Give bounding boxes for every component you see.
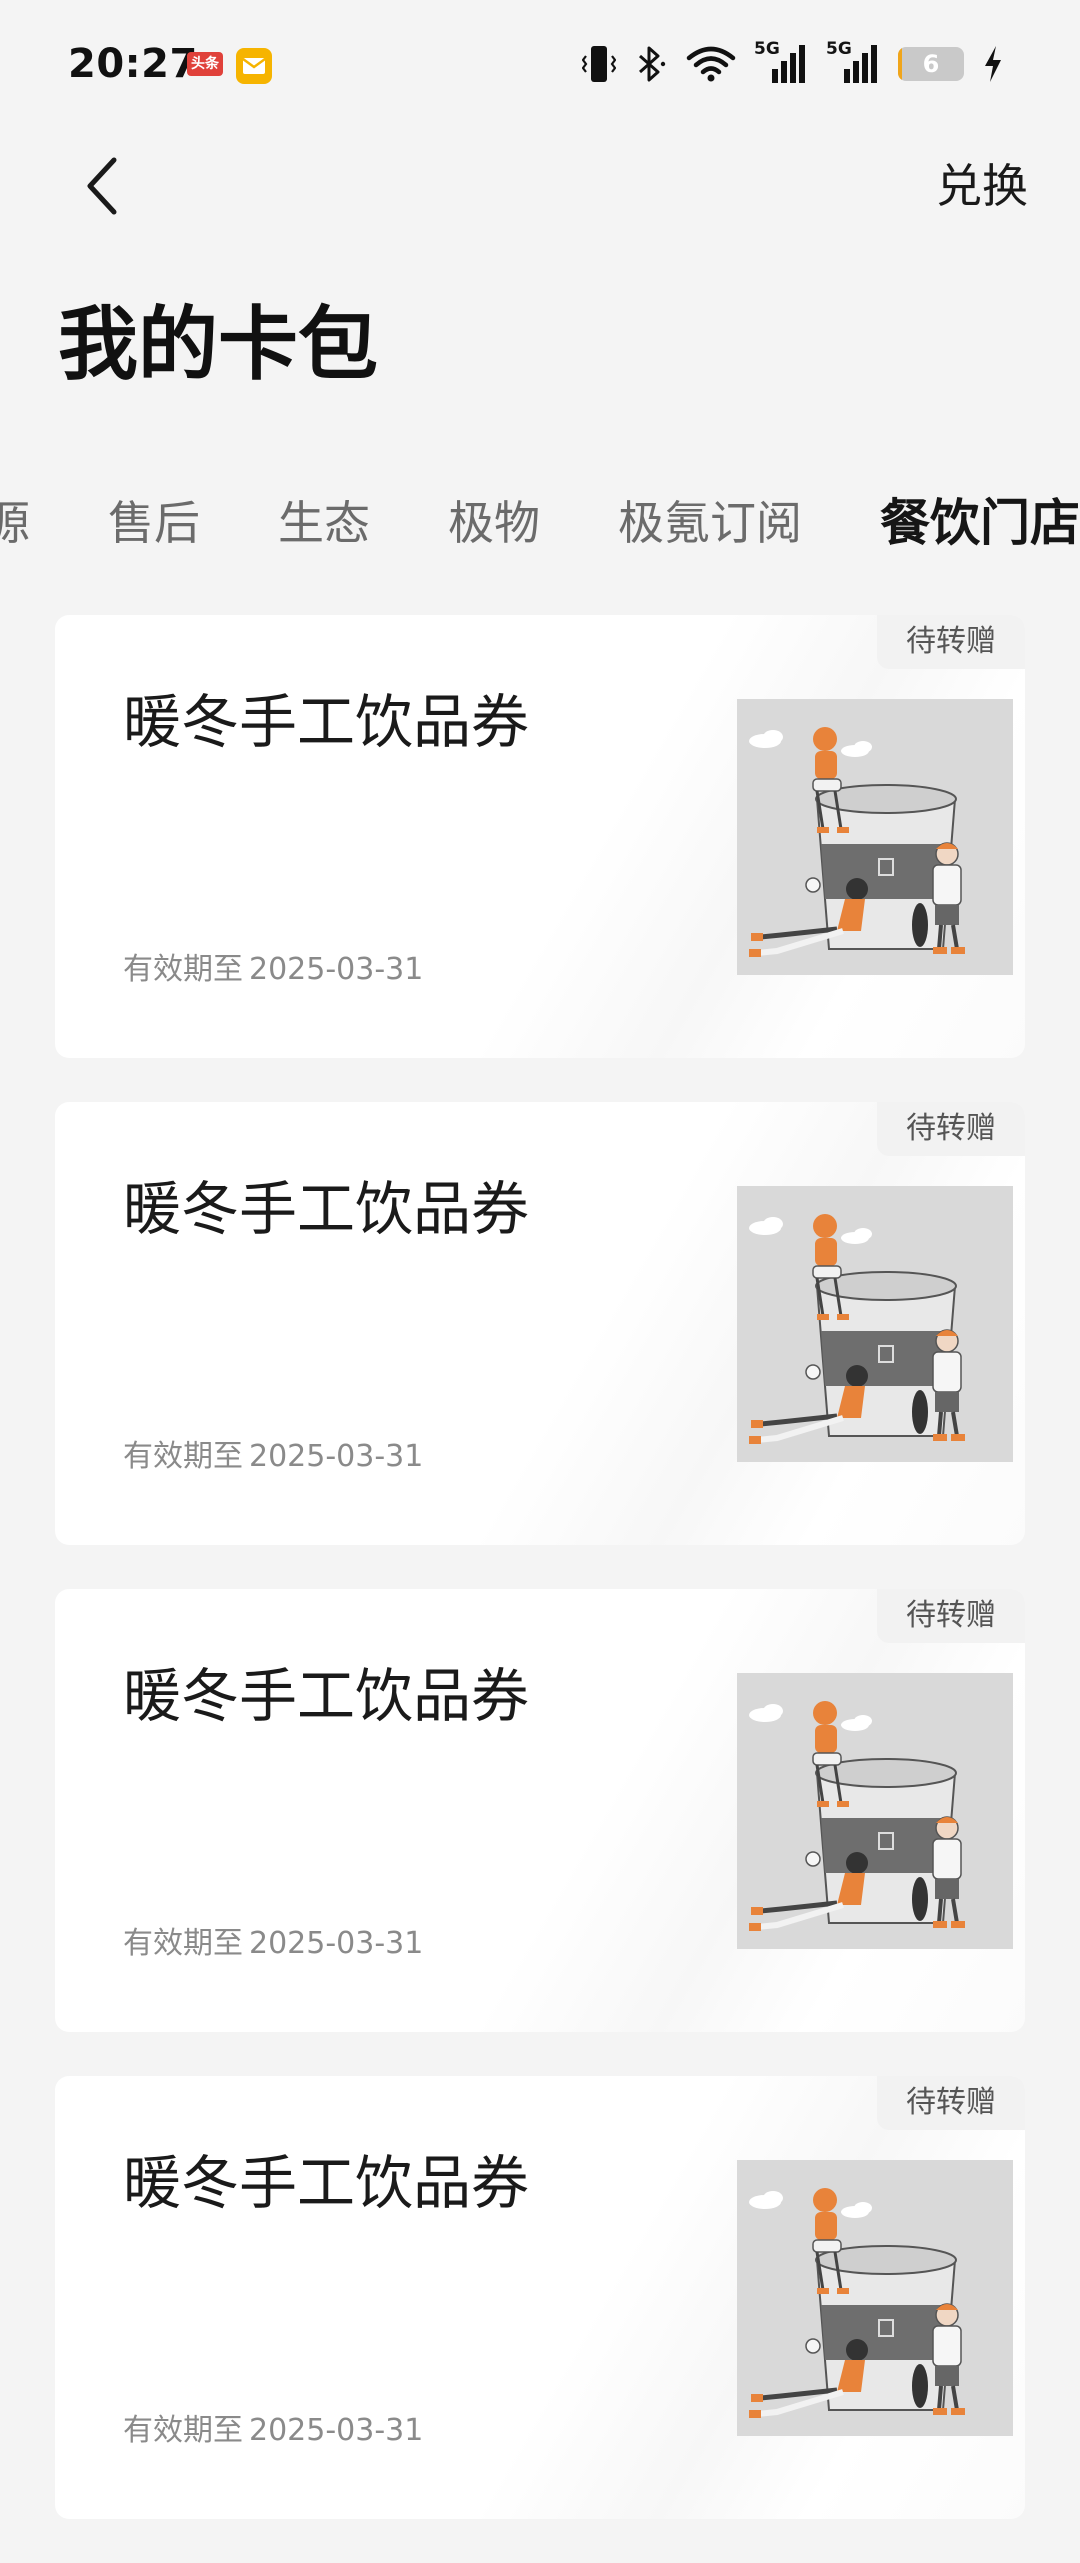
tab-4[interactable]: 极氪订阅 [618,493,802,553]
toutiao-notification-icon: 头条 [187,52,223,76]
coupon-expiry-prefix: 有效期至 [123,1926,243,1961]
coupon-expiry-date: 2025-03-31 [249,1439,424,1474]
coupon-expiry-date: 2025-03-31 [249,1926,424,1961]
tab-2[interactable]: 生态 [278,493,370,553]
tab-0[interactable]: 源 [0,493,30,553]
cellular-signal-icon-2: 5G [826,39,880,85]
status-time: 20:27 [68,41,198,87]
coupon-expiry-date: 2025-03-31 [249,2413,424,2448]
bluetooth-icon [634,44,668,84]
coupon-status-badge: 待转赠 [877,615,1025,669]
coupon-title: 暖冬手工饮品券 [123,1175,530,1243]
coupon-expiry: 有效期至 2025-03-31 [123,1437,423,1477]
mail-notification-icon [236,48,272,84]
coupon-expiry-date: 2025-03-31 [249,952,424,987]
coupon-status-badge: 待转赠 [877,2076,1025,2130]
coupon-title: 暖冬手工饮品券 [123,688,530,756]
status-icons: 5G 5G 6 [582,39,1004,86]
coupon-card[interactable]: 暖冬手工饮品券 有效期至 2025-03-31 待转赠 [55,2076,1025,2519]
coupon-expiry: 有效期至 2025-03-31 [123,2411,423,2451]
status-bar: 20:27 头条 5G 5G 6 [0,0,1080,130]
coupon-card[interactable]: 暖冬手工饮品券 有效期至 2025-03-31 待转赠 [55,615,1025,1058]
vibrate-icon [582,44,616,84]
wifi-icon [686,44,736,84]
coupon-card[interactable]: 暖冬手工饮品券 有效期至 2025-03-31 待转赠 [55,1589,1025,2032]
coupon-title: 暖冬手工饮品券 [123,1662,530,1730]
category-tabs: 源 售后 生态 极物 极氪订阅 餐饮门店 [0,488,1080,558]
coupon-status-badge: 待转赠 [877,1102,1025,1156]
battery-level: 6 [922,50,940,78]
coupon-expiry-prefix: 有效期至 [123,1439,243,1474]
coupon-title: 暖冬手工饮品券 [123,2149,530,2217]
coupon-expiry-prefix: 有效期至 [123,952,243,987]
drink-coupon-illustration-icon [737,1673,1013,1949]
coupon-expiry: 有效期至 2025-03-31 [123,1924,423,1964]
battery-icon: 6 [898,47,964,81]
page-title: 我的卡包 [58,298,378,391]
coupon-list: 暖冬手工饮品券 有效期至 2025-03-31 待转赠 暖冬手工饮品券 有效期至… [55,615,1025,2563]
drink-coupon-illustration-icon [737,699,1013,975]
coupon-expiry-prefix: 有效期至 [123,2413,243,2448]
tabs-track: 源 售后 生态 极物 极氪订阅 餐饮门店 [0,488,1080,558]
exchange-button[interactable]: 兑换 [936,156,1028,216]
drink-coupon-illustration-icon [737,1186,1013,1462]
chevron-left-icon [87,157,117,215]
tab-3[interactable]: 极物 [448,493,540,553]
coupon-expiry: 有效期至 2025-03-31 [123,950,423,990]
cellular-signal-icon-1: 5G [754,39,808,85]
drink-coupon-illustration-icon [737,2160,1013,2436]
back-button[interactable] [66,150,138,222]
tab-1[interactable]: 售后 [108,493,200,553]
coupon-status-badge: 待转赠 [877,1589,1025,1643]
charging-icon [982,44,1004,84]
coupon-card[interactable]: 暖冬手工饮品券 有效期至 2025-03-31 待转赠 [55,1102,1025,1545]
tab-5[interactable]: 餐饮门店 [880,493,1080,553]
